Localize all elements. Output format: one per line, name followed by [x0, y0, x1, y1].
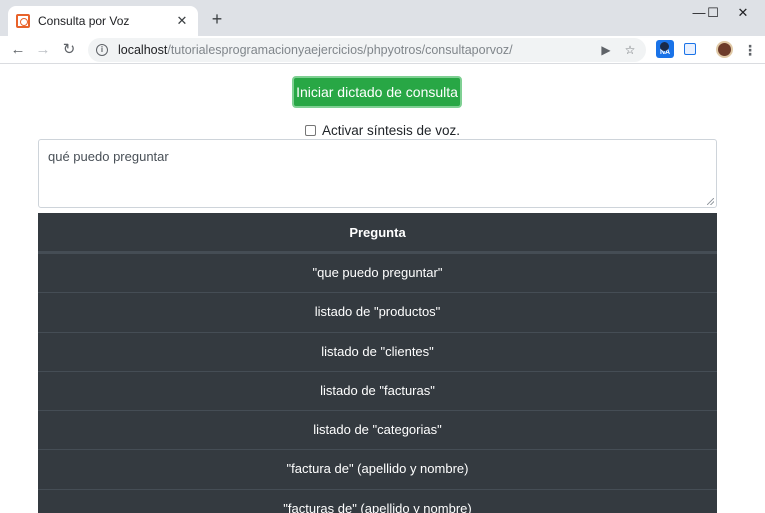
url-text[interactable]: localhost/tutorialesprogramacionyaejerci…: [118, 43, 513, 57]
table-row: listado de "facturas": [38, 370, 717, 410]
table-row: "facturas de" (apellido y nombre): [38, 488, 717, 513]
query-text: qué puedo preguntar: [48, 149, 169, 164]
resize-handle-icon[interactable]: [707, 198, 714, 205]
bookmark-star-icon[interactable]: ☆: [622, 42, 638, 58]
tab-close-icon[interactable]: ✕: [174, 13, 190, 29]
table-row: "factura de" (apellido y nombre): [38, 449, 717, 488]
page-content: Iniciar dictado de consulta Activar sínt…: [0, 65, 765, 513]
browser-tab[interactable]: Consulta por Voz ✕: [8, 6, 198, 36]
questions-table: Pregunta "que puedo preguntar" listado d…: [38, 213, 717, 513]
camera-icon[interactable]: ▶: [598, 42, 614, 58]
table-row: listado de "categorias": [38, 410, 717, 449]
tab-title: Consulta por Voz: [38, 14, 130, 28]
tts-checkbox[interactable]: [305, 124, 316, 136]
site-info-icon[interactable]: i: [96, 44, 108, 56]
forward-button[interactable]: →: [32, 39, 54, 61]
tts-option: Activar síntesis de voz.: [305, 122, 460, 138]
address-bar[interactable]: i localhost/tutorialesprogramacionyaejer…: [88, 38, 646, 62]
start-dictation-button[interactable]: Iniciar dictado de consulta: [292, 76, 462, 108]
table-header: Pregunta: [38, 213, 717, 253]
new-tab-button[interactable]: +: [206, 9, 228, 31]
back-button[interactable]: ←: [7, 39, 29, 61]
extension-na-icon[interactable]: NA: [656, 40, 674, 58]
table-row: listado de "clientes": [38, 331, 717, 371]
table-row: listado de "productos": [38, 292, 717, 331]
profile-avatar[interactable]: [716, 41, 733, 58]
reload-button[interactable]: ↻: [58, 39, 80, 61]
tts-label[interactable]: Activar síntesis de voz.: [322, 123, 460, 138]
browser-toolbar: ← → ↻ i localhost/tutorialesprogramacion…: [0, 36, 765, 64]
extension-icon[interactable]: [684, 43, 696, 55]
query-textarea[interactable]: qué puedo preguntar: [38, 139, 717, 208]
browser-tab-strip: Consulta por Voz ✕ + — ☐ ✕: [0, 0, 765, 36]
table-row: "que puedo preguntar": [38, 253, 717, 292]
window-close-button[interactable]: ✕: [721, 0, 765, 28]
browser-menu-icon[interactable]: ⋮: [743, 40, 757, 60]
site-favicon-icon: [16, 14, 30, 28]
